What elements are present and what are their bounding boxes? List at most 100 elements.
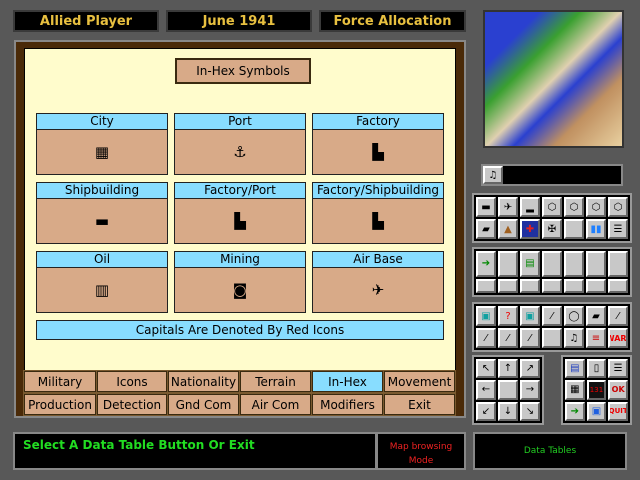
bombs-icon[interactable]: ◯ <box>564 306 584 326</box>
blank-button[interactable] <box>586 278 606 293</box>
transfer-icon[interactable]: ➔ <box>476 251 496 277</box>
mode-status: Map browsing Mode <box>376 432 466 470</box>
window-icon[interactable]: ▮▮ <box>586 219 606 239</box>
symbol-label: Port <box>174 113 306 130</box>
music-icon[interactable]: ♫ <box>564 328 584 348</box>
mode-line-1: Map browsing <box>389 442 453 452</box>
arrow-right-icon[interactable]: → <box>520 380 540 400</box>
counter-display[interactable]: 131 <box>586 380 607 400</box>
truck-hex-icon[interactable]: ⬡ <box>608 197 628 217</box>
ship-hex-icon[interactable]: ⬡ <box>564 197 584 217</box>
screen-icon[interactable]: ▤ <box>565 359 585 379</box>
list-icon[interactable]: ☰ <box>608 219 628 239</box>
plane-icon[interactable]: ✈ <box>498 197 518 217</box>
blank-button[interactable] <box>542 328 562 348</box>
system-pad: ▤ ▯ ☰ ▦ 131 OK ➔ ▣ QUIT <box>561 355 632 425</box>
display-icon[interactable]: ▤ <box>520 251 540 277</box>
arrow-down-left-icon[interactable]: ↙ <box>476 401 496 421</box>
tab-in-hex[interactable]: In-Hex <box>311 370 384 393</box>
quit-button[interactable]: QUIT <box>608 401 628 421</box>
symbol-cell: ⚓ <box>174 129 306 175</box>
blank-button[interactable] <box>608 278 628 293</box>
symbol-cell: ▙ <box>312 129 444 175</box>
blank-button[interactable] <box>586 251 606 277</box>
blank-button[interactable] <box>520 278 540 293</box>
next-arrow-icon[interactable]: ➔ <box>565 401 585 421</box>
terrain-icon[interactable]: ▲ <box>498 219 518 239</box>
plane-off-icon[interactable]: ⁄ <box>542 306 562 326</box>
tank-icon[interactable]: ▬ <box>476 197 496 217</box>
lights-off-icon[interactable]: ⁄ <box>498 328 518 348</box>
notebook-icon[interactable]: ▯ <box>586 359 607 379</box>
symbol-cell: ✈ <box>312 267 444 313</box>
terrain-off-icon[interactable]: ⁄ <box>608 306 628 326</box>
arrow-up-left-icon[interactable]: ↖ <box>476 359 496 379</box>
music-icon[interactable]: ♫ <box>483 166 503 184</box>
player-label: Allied Player <box>13 10 159 32</box>
tab-production[interactable]: Production <box>23 393 97 416</box>
minimap[interactable] <box>483 10 624 148</box>
blank-button[interactable] <box>498 278 518 293</box>
tab-movement[interactable]: Movement <box>383 370 456 393</box>
notepad-icon[interactable]: ☰ <box>608 359 628 379</box>
computer-icon[interactable]: ▦ <box>565 380 585 400</box>
iron-cross-icon[interactable]: ✠ <box>542 219 562 239</box>
symbol-cell: ▦ <box>36 129 168 175</box>
tab-air-com[interactable]: Air Com <box>239 393 312 416</box>
disks-icon[interactable]: ▣ <box>520 306 540 326</box>
truck-icon[interactable]: ▰ <box>476 219 496 239</box>
lights-off-2-icon[interactable]: ⁄ <box>520 328 540 348</box>
tab-military[interactable]: Military <box>23 370 97 393</box>
tab-exit[interactable]: Exit <box>383 393 456 416</box>
tab-detection[interactable]: Detection <box>96 393 168 416</box>
context-status: Data Tables <box>473 432 627 470</box>
date-label: June 1941 <box>166 10 312 32</box>
mode-label: Force Allocation <box>319 10 466 32</box>
tab-gnd-com[interactable]: Gnd Com <box>167 393 240 416</box>
blank-button[interactable] <box>498 251 518 277</box>
symbol-label: Air Base <box>312 251 444 268</box>
tools-panel: ▣ ? ▣ ⁄ ◯ ▰ ⁄ ⁄ ⁄ ⁄ ♫ ≡ WAR! <box>472 302 632 352</box>
blank-button[interactable] <box>542 278 562 293</box>
message-bar: Select A Data Table Button Or Exit <box>13 432 377 470</box>
arrow-down-icon[interactable]: ↓ <box>498 401 518 421</box>
symbol-label: Factory/Port <box>174 182 306 199</box>
ship-icon[interactable]: ▂ <box>520 197 540 217</box>
save-disk-icon[interactable]: ▣ <box>586 401 607 421</box>
blank-button[interactable] <box>476 278 496 293</box>
soldier-off-icon[interactable]: ⁄ <box>476 328 496 348</box>
factory-port-icon: ▙ <box>234 212 246 230</box>
symbol-label: Shipbuilding <box>36 182 168 199</box>
center-button[interactable] <box>498 380 518 400</box>
oil-hex-icon[interactable]: ⬡ <box>586 197 606 217</box>
oil-icon: ▥ <box>94 281 110 299</box>
tab-nationality[interactable]: Nationality <box>167 370 240 393</box>
gun-icon[interactable]: ≡ <box>586 328 606 348</box>
symbol-cell: ▙ <box>312 198 444 244</box>
symbol-cell: ▥ <box>36 267 168 313</box>
mining-icon: ◙ <box>232 281 248 299</box>
truck-icon[interactable]: ▰ <box>586 306 606 326</box>
blank-button[interactable] <box>542 251 562 277</box>
arrow-up-icon[interactable]: ↑ <box>498 359 518 379</box>
factory-shipbuilding-icon: ▙ <box>372 212 384 230</box>
ship-icon: ▬ <box>94 212 110 230</box>
arrow-down-right-icon[interactable]: ↘ <box>520 401 540 421</box>
blank-button[interactable] <box>564 278 584 293</box>
tab-terrain[interactable]: Terrain <box>239 370 312 393</box>
ok-button[interactable]: OK <box>608 380 628 400</box>
factory-hex-icon[interactable]: ⬡ <box>542 197 562 217</box>
arrow-left-icon[interactable]: ← <box>476 380 496 400</box>
disk-icon[interactable]: ▣ <box>476 306 496 326</box>
arrow-up-right-icon[interactable]: ↗ <box>520 359 540 379</box>
help-hex-icon[interactable]: ? <box>498 306 518 326</box>
music-bar: ♫ <box>481 164 623 186</box>
war-button[interactable]: WAR! <box>608 328 628 348</box>
tab-modifiers[interactable]: Modifiers <box>311 393 384 416</box>
blank-button[interactable] <box>564 219 584 239</box>
symbol-label: Oil <box>36 251 168 268</box>
uk-flag-icon[interactable]: ✚ <box>520 219 540 239</box>
tab-icons[interactable]: Icons <box>96 370 168 393</box>
blank-button[interactable] <box>608 251 628 277</box>
blank-button[interactable] <box>564 251 584 277</box>
